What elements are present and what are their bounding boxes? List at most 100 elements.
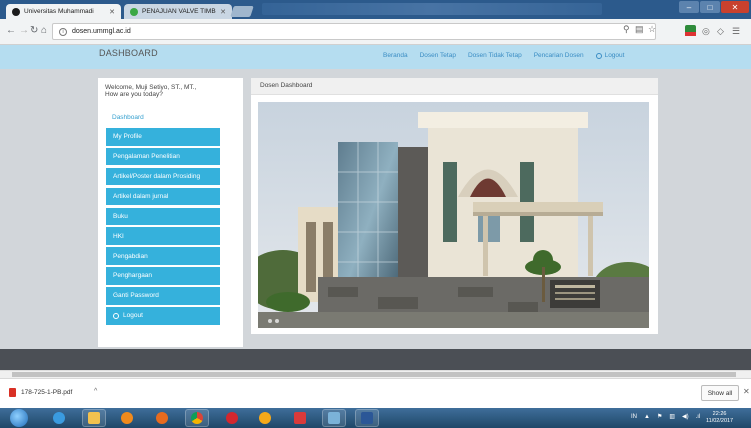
bookmark-star-icon[interactable]: ☆ xyxy=(648,24,656,34)
download-bar: 178-725-1-PB.pdf ^ Show all ✕ xyxy=(0,378,751,408)
pdf-icon xyxy=(294,412,306,424)
media-player-icon[interactable] xyxy=(115,409,139,427)
carousel-dot[interactable] xyxy=(275,319,279,323)
browser-toolbar: ← → ↻ ⌂ i dosen.ummgl.ac.id ⚲ ▤ ☆ ◎ ◇ ☰ xyxy=(0,19,751,45)
clock-time: 22:26 xyxy=(712,411,727,417)
file-explorer-icon[interactable] xyxy=(82,409,106,427)
chrome-icon-glyph xyxy=(191,412,203,424)
ie-icon-glyph xyxy=(53,412,65,424)
taskbar-clock[interactable]: 22:26 11/02/2017 xyxy=(706,411,733,425)
download-item[interactable]: 178-725-1-PB.pdf xyxy=(9,388,72,397)
chevron-up-icon[interactable]: ^ xyxy=(94,388,97,395)
sidebar-item-buku[interactable]: Buku xyxy=(106,207,220,226)
sidebar-item-dashboard[interactable]: Dashboard xyxy=(112,114,235,125)
browser-titlebar: Universitas Muhammadi ✕ PENAJUAN VALVE T… xyxy=(0,0,751,19)
sidebar-item-ganti-password[interactable]: Ganti Password xyxy=(106,287,220,305)
ie-icon[interactable] xyxy=(47,409,71,427)
word-icon[interactable] xyxy=(355,409,379,427)
sidebar-item-label: Buku xyxy=(113,212,128,220)
nav-link-pencarian-dosen[interactable]: Pencarian Dosen xyxy=(534,52,584,59)
close-window-button[interactable]: ✕ xyxy=(721,1,749,13)
opera-icon-glyph xyxy=(226,412,238,424)
nav-link-beranda[interactable]: Beranda xyxy=(383,52,408,59)
close-tab-icon[interactable]: ✕ xyxy=(105,8,115,16)
pdf-icon xyxy=(9,388,16,397)
maximize-button[interactable]: □ xyxy=(700,1,720,13)
system-tray: IN ▲ ⚑ ▥ ◀) .ıl xyxy=(631,413,701,421)
site-navbar: DASHBOARD Beranda Dosen Tetap Dosen Tida… xyxy=(0,45,751,69)
back-arrow-icon[interactable]: ← xyxy=(6,25,16,37)
power-icon xyxy=(113,312,119,319)
reload-icon[interactable]: ↻ xyxy=(30,25,38,37)
site-info-icon[interactable]: i xyxy=(59,27,67,36)
sidebar-item-my-profile[interactable]: My Profile xyxy=(106,128,220,146)
volume-icon[interactable]: ◀) xyxy=(682,413,689,420)
signal-icon[interactable]: .ıl xyxy=(696,414,701,420)
new-tab-button[interactable] xyxy=(230,6,254,17)
app-icon[interactable] xyxy=(253,409,277,427)
minimize-button[interactable]: – xyxy=(679,1,699,13)
close-tab-icon[interactable]: ✕ xyxy=(216,8,226,16)
power-icon xyxy=(595,52,602,59)
sidebar-item-pengabdian[interactable]: Pengabdian xyxy=(106,247,220,265)
sidebar-item-label: Logout xyxy=(123,312,143,320)
tray-arrow-icon[interactable]: ▲ xyxy=(644,414,650,420)
app-icon-glyph xyxy=(328,412,340,424)
horizontal-scrollbar[interactable] xyxy=(0,370,751,378)
opera-icon[interactable] xyxy=(220,409,244,427)
start-button[interactable] xyxy=(10,409,28,427)
app-icon[interactable] xyxy=(322,409,346,427)
sidebar-item-artikel-jurnal[interactable]: Artikel dalam jurnal xyxy=(106,187,220,206)
sidebar-item-artikel-prosiding[interactable]: Artikel/Poster dalam Prosiding xyxy=(106,167,220,186)
zoom-icon[interactable]: ⚲ xyxy=(623,24,630,34)
scrollbar-thumb[interactable] xyxy=(12,372,736,377)
site-favicon-icon xyxy=(130,7,138,16)
network-icon[interactable]: ▥ xyxy=(669,413,675,420)
carousel-dot[interactable] xyxy=(268,319,272,323)
nav-links: Beranda Dosen Tetap Dosen Tidak Tetap Pe… xyxy=(383,52,624,59)
site-brand[interactable]: DASHBOARD xyxy=(99,48,158,58)
flag-icon[interactable]: ⚑ xyxy=(657,413,662,420)
sidebar-item-pengalaman-penelitian[interactable]: Pengalaman Penelitian xyxy=(106,147,220,166)
forward-arrow-icon[interactable]: → xyxy=(19,25,29,37)
sidebar: Welcome, Muji Setiyo, ST., MT., How are … xyxy=(98,78,243,347)
chrome-icon[interactable] xyxy=(185,409,209,427)
welcome-line-2: How are you today? xyxy=(105,91,163,98)
nav-logout-label: Logout xyxy=(604,52,625,59)
home-icon[interactable]: ⌂ xyxy=(41,25,47,37)
sidebar-item-label: Pengalaman Penelitian xyxy=(113,153,180,161)
welcome-message: Welcome, Muji Setiyo, ST., MT., How are … xyxy=(98,78,243,108)
sidebar-item-penghargaan[interactable]: Penghargaan xyxy=(106,267,220,285)
panel-title: Dosen Dashboard xyxy=(251,78,658,95)
windows-taskbar: IN ▲ ⚑ ▥ ◀) .ıl 22:26 11/02/2017 xyxy=(0,408,751,428)
site-favicon-icon xyxy=(12,7,20,16)
browser-tab[interactable]: PENAJUAN VALVE TIMB ✕ xyxy=(124,4,232,19)
sidebar-item-label: My Profile xyxy=(113,133,142,141)
campus-building-photo xyxy=(258,102,649,328)
extension-icon[interactable]: ◎ xyxy=(702,26,710,36)
show-all-button[interactable]: Show all xyxy=(701,385,739,401)
extension-icon[interactable] xyxy=(685,25,696,36)
web-page: DASHBOARD Beranda Dosen Tetap Dosen Tida… xyxy=(0,45,751,371)
menu-icon[interactable]: ☰ xyxy=(732,26,740,36)
nav-link-dosen-tidak-tetap[interactable]: Dosen Tidak Tetap xyxy=(468,52,522,59)
translate-icon[interactable]: ▤ xyxy=(635,24,644,34)
nav-link-dosen-tetap[interactable]: Dosen Tetap xyxy=(420,52,456,59)
sidebar-item-hki[interactable]: HKI xyxy=(106,227,220,245)
sidebar-item-label: Pengabdian xyxy=(113,252,148,260)
close-icon[interactable]: ✕ xyxy=(743,387,750,396)
sidebar-item-label: HKI xyxy=(113,232,124,240)
nav-logout-link[interactable]: Logout xyxy=(595,52,625,59)
welcome-line-1: Welcome, Muji Setiyo, ST., MT., xyxy=(105,84,197,91)
browser-tab-active[interactable]: Universitas Muhammadi ✕ xyxy=(6,4,121,19)
carousel-indicators[interactable] xyxy=(268,319,279,323)
play-icon xyxy=(121,412,133,424)
address-bar[interactable]: i dosen.ummgl.ac.id xyxy=(52,23,656,40)
language-indicator[interactable]: IN xyxy=(631,414,637,420)
sidebar-menu: My Profile Pengalaman Penelitian Artikel… xyxy=(106,128,220,325)
shield-icon[interactable]: ◇ xyxy=(717,26,724,36)
pdf-reader-icon[interactable] xyxy=(288,409,312,427)
sidebar-item-label: Ganti Password xyxy=(113,292,159,300)
sidebar-item-logout[interactable]: Logout xyxy=(106,307,220,325)
firefox-icon[interactable] xyxy=(150,409,174,427)
